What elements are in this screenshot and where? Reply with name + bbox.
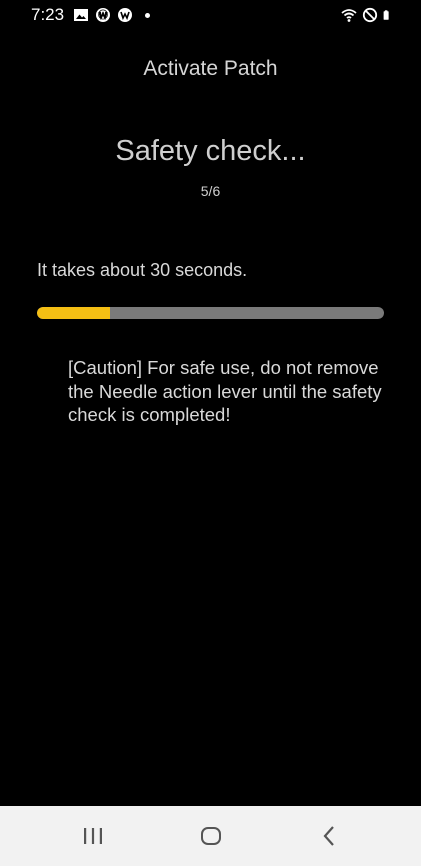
- navigation-bar: [0, 806, 421, 866]
- app-icon: Ⓦ: [96, 8, 110, 22]
- page-title: Safety check...: [115, 135, 306, 167]
- status-bar: 7:23 Ⓦ: [0, 0, 421, 30]
- back-icon: [323, 826, 334, 846]
- header-title: Activate Patch: [143, 57, 278, 80]
- back-button[interactable]: [307, 820, 351, 852]
- home-button[interactable]: [189, 820, 233, 852]
- step-indicator: 5/6: [200, 183, 221, 199]
- wifi-icon: [341, 9, 357, 22]
- recents-button[interactable]: [71, 820, 115, 852]
- status-right-icons: [341, 6, 393, 24]
- status-left-icons: Ⓦ: [73, 6, 150, 24]
- progress-fill: [37, 307, 110, 319]
- do-not-disturb-icon: [362, 7, 378, 23]
- app-icon-2: [118, 8, 132, 22]
- gallery-icon: [74, 9, 88, 21]
- caution-text: [Caution] For safe use, do not remove th…: [68, 357, 382, 425]
- duration-text: It takes about 30 seconds.: [37, 260, 248, 280]
- status-time: 7:23: [31, 5, 65, 24]
- screen: 7:23 Ⓦ Activate Patch Safety check... 5/…: [0, 0, 421, 866]
- home-icon: [201, 827, 221, 845]
- battery-icon: [383, 10, 389, 20]
- recents-icon: [84, 828, 102, 844]
- progress-bar: [37, 307, 384, 319]
- notification-dot-icon: [145, 12, 150, 18]
